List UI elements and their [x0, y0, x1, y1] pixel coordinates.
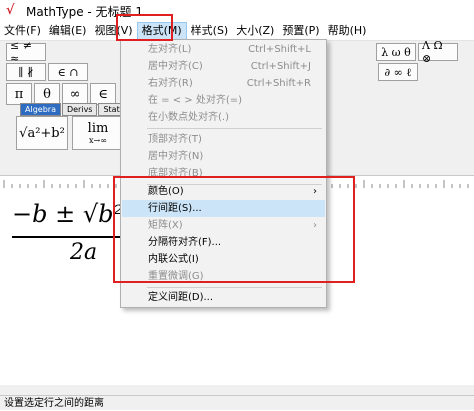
menu-item-align-right[interactable]: 右对齐(R) Ctrl+Shift+R	[122, 75, 325, 92]
menu-size[interactable]: 大小(Z)	[232, 22, 278, 40]
menu-item-color[interactable]: 颜色(O) ›	[122, 183, 325, 200]
menu-item-align-relations[interactable]: 在 = < > 处对齐(=)	[122, 92, 325, 109]
fraction-bar	[12, 236, 122, 238]
status-bar: 设置选定行之间的距离	[0, 395, 474, 410]
menu-format[interactable]: 格式(M)	[136, 22, 187, 40]
relations-palette-button[interactable]: ≤ ≠ ≈	[6, 39, 46, 65]
menu-preferences[interactable]: 预置(P)	[278, 22, 323, 40]
menu-item-align-center[interactable]: 居中对齐(C) Ctrl+Shift+J	[122, 58, 325, 75]
menu-item-line-spacing[interactable]: 行间距(S)...	[122, 200, 325, 217]
menu-item-align-decimal[interactable]: 在小数点处对齐(.)	[122, 109, 325, 126]
menu-separator	[147, 128, 322, 129]
tab-derivs[interactable]: Derivs	[61, 103, 98, 116]
infinity-button[interactable]: ∞	[62, 83, 88, 105]
templates-palette-button[interactable]: ∥ ∦	[6, 63, 46, 81]
format-menu-dropdown: 左对齐(L) Ctrl+Shift+L 居中对齐(C) Ctrl+Shift+J 右…	[120, 39, 327, 308]
pi-button[interactable]: π	[6, 83, 32, 105]
menu-file[interactable]: 文件(F)	[0, 22, 45, 40]
menu-item-align-middle[interactable]: 居中对齐(N)	[122, 148, 325, 165]
tab-templates: √a²+b² lim x→∞	[16, 116, 124, 150]
menu-item-reset-nudge[interactable]: 重置微调(G)	[122, 268, 325, 285]
menu-item-align-top[interactable]: 顶部对齐(T)	[122, 131, 325, 148]
menu-item-matrix[interactable]: 矩阵(X) ›	[122, 217, 325, 234]
window-title: MathType - 无标题 1	[26, 4, 143, 19]
menu-item-define-spacing[interactable]: 定义间距(D)...	[122, 289, 325, 306]
equation-denominator: 2a	[70, 240, 98, 265]
menu-view[interactable]: 视图(V)	[90, 22, 136, 40]
menu-item-align-bottom[interactable]: 底部对齐(B)	[122, 165, 325, 182]
greek-upper-palette-button[interactable]: Λ Ω ⊗	[418, 39, 458, 65]
title-bar: √ MathType - 无标题 1	[0, 0, 474, 22]
mathtype-logo-icon: √	[6, 3, 15, 18]
limit-button[interactable]: lim x→∞	[72, 116, 124, 150]
menu-help[interactable]: 帮助(H)	[324, 22, 371, 40]
menu-item-align-left[interactable]: 左对齐(L) Ctrl+Shift+L	[122, 41, 325, 58]
menu-item-inline-equation[interactable]: 内联公式(I)	[122, 251, 325, 268]
menu-edit[interactable]: 编辑(E)	[45, 22, 91, 40]
sets-palette-button[interactable]: ∈ ∩	[48, 63, 88, 81]
misc-palette-button[interactable]: ∂ ∞ ℓ	[378, 63, 418, 81]
submenu-arrow-icon: ›	[313, 220, 317, 231]
submenu-arrow-icon: ›	[313, 186, 317, 197]
sqrt-sum-button[interactable]: √a²+b²	[16, 116, 68, 150]
theta-button[interactable]: θ	[34, 83, 60, 105]
small-bar: π θ ∞ ∈	[6, 83, 116, 105]
tab-algebra[interactable]: Algebra	[20, 103, 61, 116]
menu-item-separator-align[interactable]: 分隔符对齐(F)...	[122, 234, 325, 251]
palette-tabs: Algebra Derivs Stat	[20, 103, 125, 116]
greek-lower-palette-button[interactable]: λ ω θ	[376, 43, 416, 61]
element-of-button[interactable]: ∈	[90, 83, 116, 105]
mathtype-window: √ MathType - 无标题 1 文件(F) 编辑(E) 视图(V) 格式(…	[0, 0, 474, 410]
menu-style[interactable]: 样式(S)	[187, 22, 233, 40]
menu-separator	[147, 287, 322, 288]
